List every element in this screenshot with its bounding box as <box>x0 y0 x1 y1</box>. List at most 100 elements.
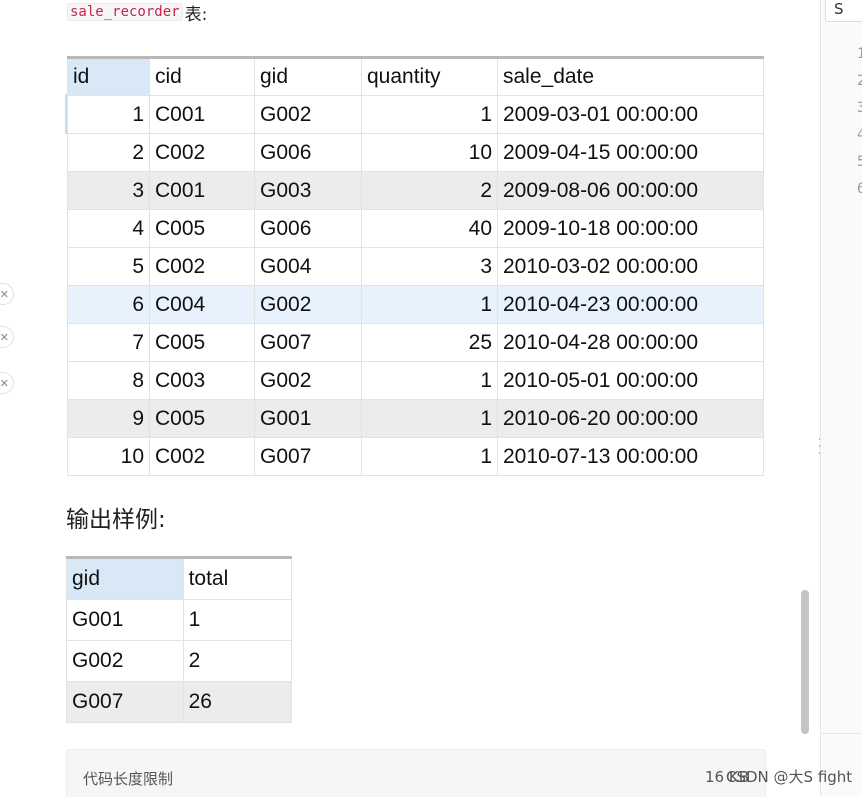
cell-id: 4 <box>67 209 150 248</box>
cell-gid: G002 <box>254 361 362 400</box>
table-intro: sale_recorder 表: <box>67 0 208 25</box>
cell-sale-date: 2010-04-23 00:00:00 <box>497 285 764 324</box>
table-row: 3 C001 G003 2 2009-08-06 00:00:00 <box>67 171 764 210</box>
table-row: 8 C003 G002 1 2010-05-01 00:00:00 <box>67 361 764 400</box>
cell-gid: G002 <box>254 285 362 324</box>
cell-cid: C005 <box>149 323 255 362</box>
collapse-icon[interactable]: ✕ <box>0 326 14 348</box>
cell-quantity: 1 <box>361 285 498 324</box>
cell-sale-date: 2010-03-02 00:00:00 <box>497 247 764 286</box>
cell-gid: G002 <box>254 95 362 134</box>
cell-cid: C005 <box>149 399 255 438</box>
line-number: 2 <box>857 73 862 89</box>
cell-cid: C002 <box>149 247 255 286</box>
cell-sale-date: 2010-07-13 00:00:00 <box>497 437 764 476</box>
sale-recorder-table: id cid gid quantity sale_date 1 C001 G00… <box>67 56 764 476</box>
cell-id: 8 <box>67 361 150 400</box>
table-row: 5 C002 G004 3 2010-03-02 00:00:00 <box>67 247 764 286</box>
cell-quantity: 1 <box>361 437 498 476</box>
csdn-watermark: CSDN @大S fight <box>726 768 853 786</box>
cell-gid: G007 <box>254 437 362 476</box>
line-number: 5 <box>857 154 862 170</box>
cell-id: 9 <box>67 399 150 438</box>
cell-sale-date: 2010-06-20 00:00:00 <box>497 399 764 438</box>
cell-sale-date: 2010-04-28 00:00:00 <box>497 323 764 362</box>
cell-sale-date: 2010-05-01 00:00:00 <box>497 361 764 400</box>
collapse-icon[interactable]: ✕ <box>0 283 14 305</box>
cell-cid: C002 <box>149 437 255 476</box>
cell-gid: G002 <box>66 640 184 682</box>
table-row: 9 C005 G001 1 2010-06-20 00:00:00 <box>67 399 764 438</box>
cell-gid: G001 <box>254 399 362 438</box>
code-limit-label: 代码长度限制 <box>83 770 174 788</box>
cell-id: 7 <box>67 323 150 362</box>
output-example-table: gid total G001 1 G002 2 G007 26 <box>66 556 293 723</box>
cell-id: 5 <box>67 247 150 286</box>
cell-total: 26 <box>182 681 293 723</box>
editor-divider <box>821 733 862 734</box>
cell-cid: C001 <box>149 171 255 210</box>
cell-quantity: 1 <box>361 361 498 400</box>
cell-id: 6 <box>67 285 150 324</box>
table-name-code: sale_recorder <box>67 3 183 21</box>
table-row: 10 C002 G007 1 2010-07-13 00:00:00 <box>67 437 764 476</box>
cell-cid: C003 <box>149 361 255 400</box>
column-header-gid: gid <box>66 557 184 600</box>
cell-quantity: 40 <box>361 209 498 248</box>
line-number: 3 <box>857 100 862 116</box>
table-row: G002 2 <box>66 640 293 682</box>
cell-id: 2 <box>67 133 150 172</box>
table-row: 1 C001 G002 1 2009-03-01 00:00:00 <box>67 95 764 134</box>
cell-gid: G007 <box>66 681 184 723</box>
output-example-heading: 输出样例: <box>66 507 166 533</box>
line-number: 6 <box>857 181 862 197</box>
cell-sale-date: 2009-08-06 00:00:00 <box>497 171 764 210</box>
cell-quantity: 2 <box>361 171 498 210</box>
cell-cid: C005 <box>149 209 255 248</box>
column-header-cid: cid <box>149 57 255 96</box>
line-number: 4 <box>857 127 862 143</box>
table-row: 7 C005 G007 25 2010-04-28 00:00:00 <box>67 323 764 362</box>
cell-sale-date: 2009-03-01 00:00:00 <box>497 95 764 134</box>
cell-cid: C001 <box>149 95 255 134</box>
table-row: 2 C002 G006 10 2009-04-15 00:00:00 <box>67 133 764 172</box>
cell-sale-date: 2009-10-18 00:00:00 <box>497 209 764 248</box>
column-header-sale-date: sale_date <box>497 57 764 96</box>
line-number: 1 <box>857 46 862 62</box>
cell-id: 10 <box>67 437 150 476</box>
cell-cid: C002 <box>149 133 255 172</box>
cell-id: 1 <box>67 95 150 134</box>
cell-quantity: 3 <box>361 247 498 286</box>
column-header-gid: gid <box>254 57 362 96</box>
table-intro-suffix: 表: <box>184 4 208 25</box>
cell-gid: G003 <box>254 171 362 210</box>
vertical-scrollbar-thumb[interactable] <box>801 590 809 734</box>
cell-quantity: 1 <box>361 399 498 438</box>
sale-table-viewport: id cid gid quantity sale_date 1 C001 G00… <box>60 52 770 483</box>
column-header-total: total <box>182 557 293 600</box>
cell-cid: C004 <box>149 285 255 324</box>
cell-total: 1 <box>182 599 293 641</box>
collapse-icon[interactable]: ✕ <box>0 372 14 394</box>
cell-sale-date: 2009-04-15 00:00:00 <box>497 133 764 172</box>
cell-gid: G001 <box>66 599 184 641</box>
column-header-id: id <box>67 57 150 96</box>
table-row: G001 1 <box>66 599 293 641</box>
code-limit-bar: 代码长度限制 16 KB <box>66 749 766 797</box>
problem-content: sale_recorder 表: id cid gid quantity sal… <box>0 0 820 797</box>
editor-top-button[interactable]: S <box>825 0 862 22</box>
cell-gid: G007 <box>254 323 362 362</box>
cell-total: 2 <box>182 640 293 682</box>
cell-quantity: 10 <box>361 133 498 172</box>
table-row: G007 26 <box>66 681 293 723</box>
cell-id: 3 <box>67 171 150 210</box>
cell-gid: G006 <box>254 209 362 248</box>
cell-quantity: 1 <box>361 95 498 134</box>
column-header-quantity: quantity <box>361 57 498 96</box>
cell-gid: G006 <box>254 133 362 172</box>
cell-quantity: 25 <box>361 323 498 362</box>
table-header-row: id cid gid quantity sale_date <box>67 57 764 96</box>
table-row: 6 C004 G002 1 2010-04-23 00:00:00 <box>67 285 764 324</box>
code-editor-pane[interactable]: S 1 2 3 4 5 6 <box>820 0 862 796</box>
table-row: 4 C005 G006 40 2009-10-18 00:00:00 <box>67 209 764 248</box>
